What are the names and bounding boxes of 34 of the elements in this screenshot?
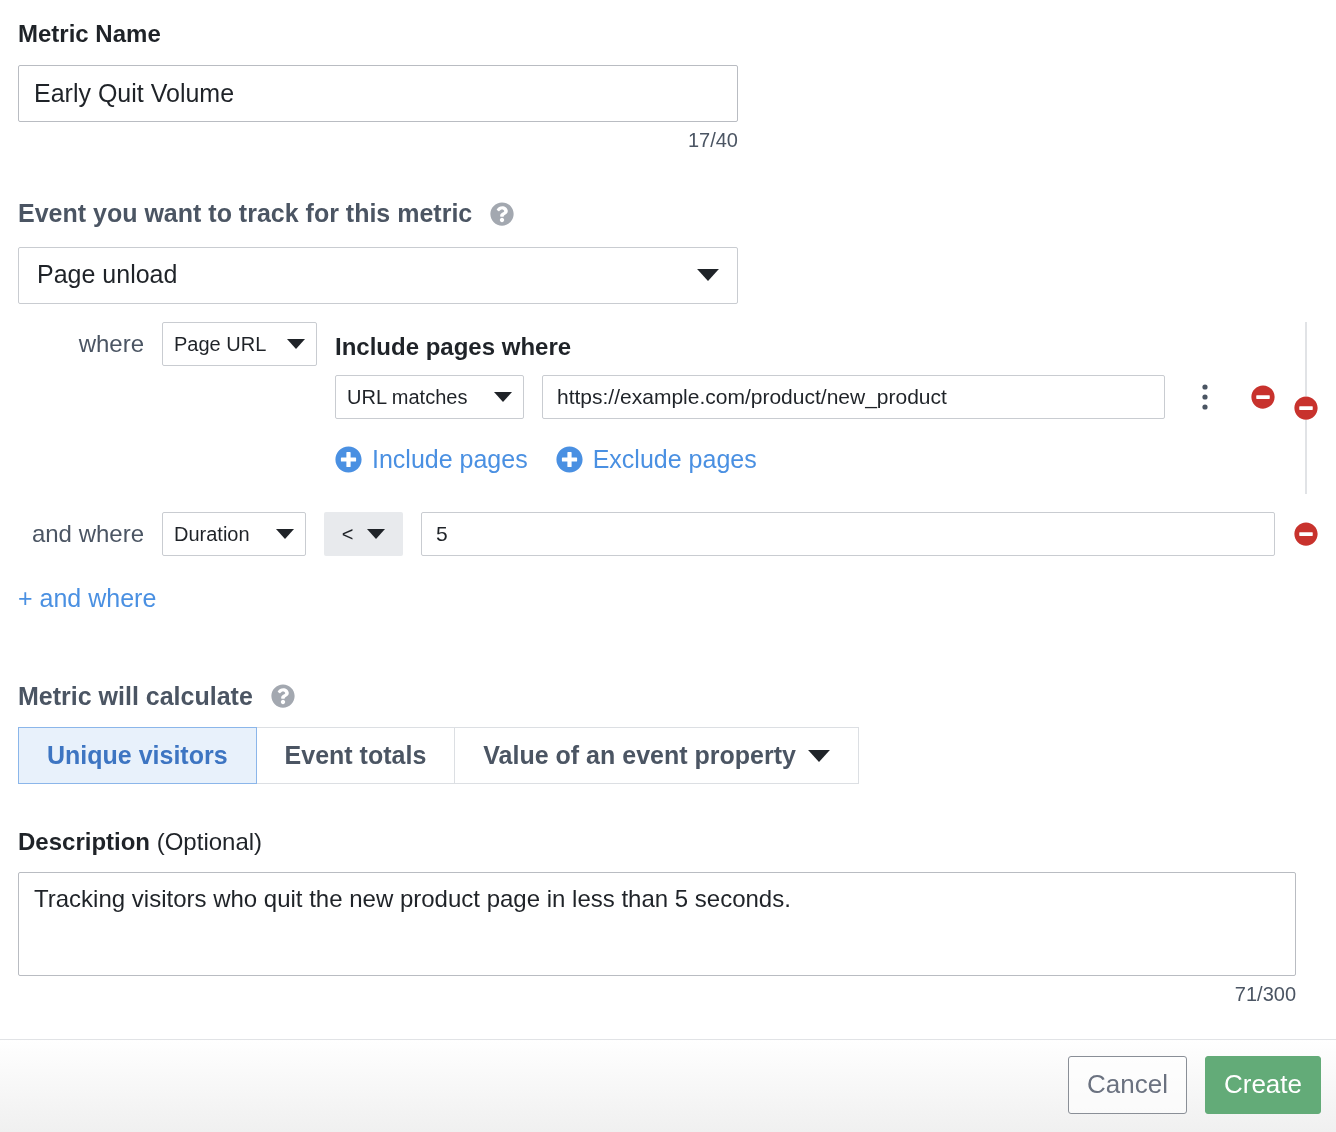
remove-icon[interactable] xyxy=(1251,384,1275,409)
character-counter: 17/40 xyxy=(686,128,738,153)
group-title: Include pages where xyxy=(335,331,573,362)
condition-label: where xyxy=(77,328,144,359)
dropdown[interactable]: Page URL xyxy=(162,321,317,366)
event-dropdown[interactable]: Page unload xyxy=(18,246,738,304)
field-label: Metric will calculate xyxy=(18,680,253,712)
dropdown[interactable]: URL matches xyxy=(335,374,524,419)
condition-label: and where xyxy=(30,519,144,549)
operator-dropdown[interactable]: < xyxy=(324,512,403,556)
caret-icon xyxy=(367,529,386,539)
segment-tab[interactable]: Event totals xyxy=(255,727,456,784)
caret-icon xyxy=(807,749,830,762)
field-label: Event you want to track for this metric xyxy=(18,198,473,229)
segment-tab[interactable]: Unique visitors xyxy=(18,727,257,784)
plus-icon xyxy=(555,445,583,473)
caret-icon xyxy=(276,529,294,539)
value-input[interactable]: 5 xyxy=(421,512,1275,556)
caret-icon xyxy=(697,269,719,281)
remove-icon[interactable] xyxy=(1294,522,1318,546)
metric-name-input[interactable]: Early Quit Volume xyxy=(18,65,738,122)
cancel-button[interactable]: Cancel xyxy=(1068,1055,1187,1114)
character-counter: 71/300 xyxy=(1233,982,1296,1007)
plus-icon xyxy=(335,445,362,473)
description-textarea[interactable]: Tracking visitors who quit the new product page in less than 5 seconds. xyxy=(18,872,1296,976)
field-label: Description (Optional) xyxy=(18,827,264,857)
caret-icon xyxy=(287,338,305,349)
remove-icon[interactable] xyxy=(1294,395,1318,420)
more-icon[interactable] xyxy=(1202,383,1208,410)
dropdown[interactable]: Duration xyxy=(162,512,306,556)
caret-icon xyxy=(494,391,512,402)
segment-dropdown[interactable]: Value of an event property xyxy=(454,727,859,784)
field-label: Metric Name xyxy=(18,19,162,49)
url-input[interactable]: https://example.com/product/new_product xyxy=(542,374,1165,419)
